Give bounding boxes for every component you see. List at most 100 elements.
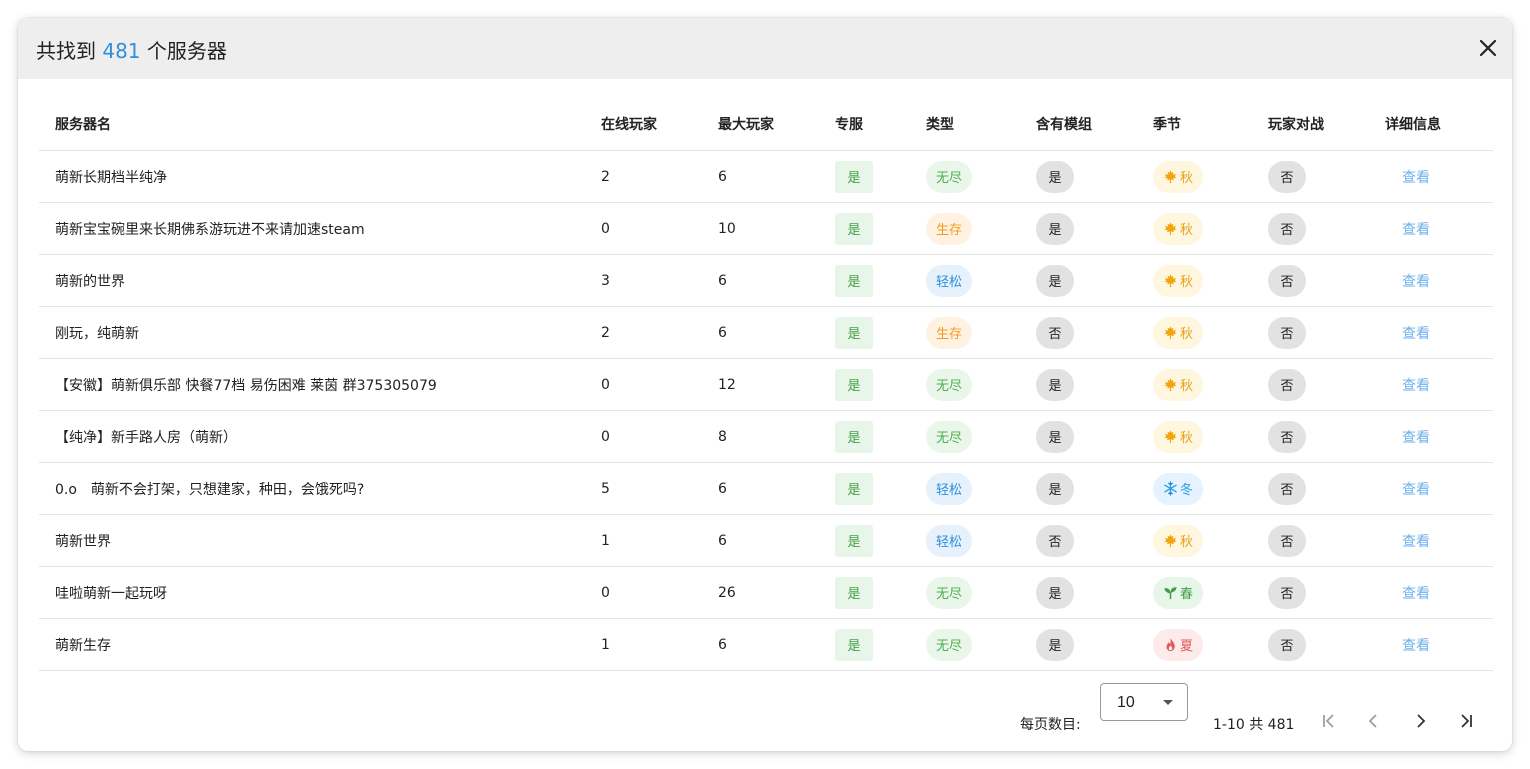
season-label: 秋: [1180, 275, 1194, 290]
view-details-link[interactable]: 查看: [1402, 583, 1430, 603]
mods-badge: 否: [1036, 524, 1074, 557]
per-page-label: 每页数目:: [1020, 717, 1081, 733]
mods-cell: 否: [1036, 515, 1074, 566]
dedicated-cell: 是: [835, 151, 873, 202]
prev-page-button[interactable]: [1359, 706, 1389, 736]
flame-icon: [1163, 637, 1178, 652]
maple-leaf-icon: [1163, 221, 1178, 236]
mods-cell: 是: [1036, 411, 1074, 462]
sprout-icon: [1163, 585, 1178, 600]
table-row[interactable]: 0.o 萌新不会打架，只想建家，种田，会饿死吗? 5 6 是 轻松 是 冬 否 …: [39, 463, 1493, 515]
table-row[interactable]: 萌新世界 1 6 是 轻松 否 秋 否 查看: [39, 515, 1493, 567]
close-button[interactable]: [1476, 38, 1500, 58]
pvp-badge: 否: [1268, 160, 1306, 193]
col-header-max[interactable]: 最大玩家: [718, 114, 774, 134]
type-cell: 轻松: [926, 463, 973, 514]
type-cell: 无尽: [926, 359, 973, 410]
pagination-bar: 每页数目: 10 1-10 共 481: [18, 683, 1512, 748]
table-row[interactable]: 萌新长期档半纯净 2 6 是 无尽 是 秋 否 查看: [39, 151, 1493, 203]
server-name: 萌新生存: [55, 637, 111, 654]
dedicated-badge: 是: [835, 160, 873, 193]
game-mode-badge: 生存: [926, 316, 973, 349]
col-header-mods[interactable]: 含有模组: [1036, 114, 1092, 134]
col-header-dedicated[interactable]: 专服: [835, 114, 863, 134]
col-header-online[interactable]: 在线玩家: [601, 114, 657, 134]
page-range-label: 1-10 共 481: [1213, 717, 1295, 733]
chevron-right-icon: [1417, 714, 1426, 728]
dedicated-badge: 是: [835, 264, 873, 297]
season-cell: 夏: [1153, 619, 1204, 670]
per-page-value: 10: [1117, 694, 1135, 711]
view-details-link[interactable]: 查看: [1402, 271, 1430, 291]
max-players: 6: [718, 480, 727, 497]
type-cell: 生存: [926, 203, 973, 254]
col-header-type[interactable]: 类型: [926, 114, 954, 134]
game-mode-badge: 无尽: [926, 576, 973, 609]
pvp-cell: 否: [1268, 411, 1306, 462]
pvp-badge: 否: [1268, 420, 1306, 453]
dedicated-badge: 是: [835, 576, 873, 609]
chevron-left-icon: [1368, 714, 1377, 728]
dialog-header: 共找到 481 个服务器: [18, 18, 1512, 79]
season-cell: 秋: [1153, 515, 1204, 566]
table-row[interactable]: 【纯净】新手路人房（萌新） 0 8 是 无尽 是 秋 否 查看: [39, 411, 1493, 463]
col-header-pvp[interactable]: 玩家对战: [1268, 114, 1324, 134]
season-label: 冬: [1180, 483, 1194, 498]
detail-cell: 查看: [1402, 307, 1430, 358]
mods-badge: 是: [1036, 628, 1074, 661]
col-header-season[interactable]: 季节: [1153, 114, 1181, 134]
pvp-cell: 否: [1268, 463, 1306, 514]
table-row[interactable]: 萌新宝宝碗里来长期佛系游玩进不来请加速steam 0 10 是 生存 是 秋 否…: [39, 203, 1493, 255]
game-mode-badge: 无尽: [926, 368, 973, 401]
max-players: 12: [718, 376, 736, 393]
view-details-link[interactable]: 查看: [1402, 427, 1430, 447]
season-badge: 秋: [1153, 420, 1204, 453]
last-page-icon: [1461, 714, 1472, 728]
view-details-link[interactable]: 查看: [1402, 531, 1430, 551]
table-row[interactable]: 哇啦萌新一起玩呀 0 26 是 无尽 是 春 否 查看: [39, 567, 1493, 619]
col-header-name[interactable]: 服务器名: [55, 114, 111, 134]
pvp-cell: 否: [1268, 359, 1306, 410]
online-players: 2: [601, 324, 610, 341]
table-row[interactable]: 刚玩，纯萌新 2 6 是 生存 否 秋 否 查看: [39, 307, 1493, 359]
max-players: 8: [718, 428, 727, 445]
mods-cell: 是: [1036, 255, 1074, 306]
mods-badge: 是: [1036, 368, 1074, 401]
per-page-select[interactable]: 10: [1100, 683, 1188, 721]
pvp-badge: 否: [1268, 524, 1306, 557]
detail-cell: 查看: [1402, 619, 1430, 670]
detail-cell: 查看: [1402, 151, 1430, 202]
pvp-badge: 否: [1268, 316, 1306, 349]
detail-cell: 查看: [1402, 463, 1430, 514]
max-players: 26: [718, 584, 736, 601]
table-row[interactable]: 萌新生存 1 6 是 无尽 是 夏 否 查看: [39, 619, 1493, 671]
view-details-link[interactable]: 查看: [1402, 323, 1430, 343]
season-cell: 春: [1153, 567, 1204, 618]
view-details-link[interactable]: 查看: [1402, 219, 1430, 239]
game-mode-badge: 无尽: [926, 160, 973, 193]
server-name: 萌新的世界: [55, 273, 125, 290]
mods-cell: 是: [1036, 359, 1074, 410]
mods-cell: 是: [1036, 619, 1074, 670]
col-header-detail: 详细信息: [1385, 117, 1441, 133]
view-details-link[interactable]: 查看: [1402, 375, 1430, 395]
mods-cell: 是: [1036, 567, 1074, 618]
view-details-link[interactable]: 查看: [1402, 167, 1430, 187]
view-details-link[interactable]: 查看: [1402, 479, 1430, 499]
maple-leaf-icon: [1163, 533, 1178, 548]
maple-leaf-icon: [1163, 273, 1178, 288]
dialog-title: 共找到 481 个服务器: [36, 35, 227, 64]
table-row[interactable]: 萌新的世界 3 6 是 轻松 是 秋 否 查看: [39, 255, 1493, 307]
table-row[interactable]: 【安徽】萌新俱乐部 快餐77档 易伤困难 莱茵 群375305079 0 12 …: [39, 359, 1493, 411]
online-players: 1: [601, 636, 610, 653]
type-cell: 无尽: [926, 151, 973, 202]
season-label: 秋: [1180, 171, 1194, 186]
first-page-button[interactable]: [1314, 706, 1344, 736]
server-count: 481: [102, 39, 141, 63]
caret-down-icon: [1163, 700, 1173, 705]
last-page-button[interactable]: [1451, 706, 1481, 736]
next-page-button[interactable]: [1405, 706, 1435, 736]
mods-cell: 是: [1036, 151, 1074, 202]
view-details-link[interactable]: 查看: [1402, 635, 1430, 655]
dedicated-badge: 是: [835, 524, 873, 557]
